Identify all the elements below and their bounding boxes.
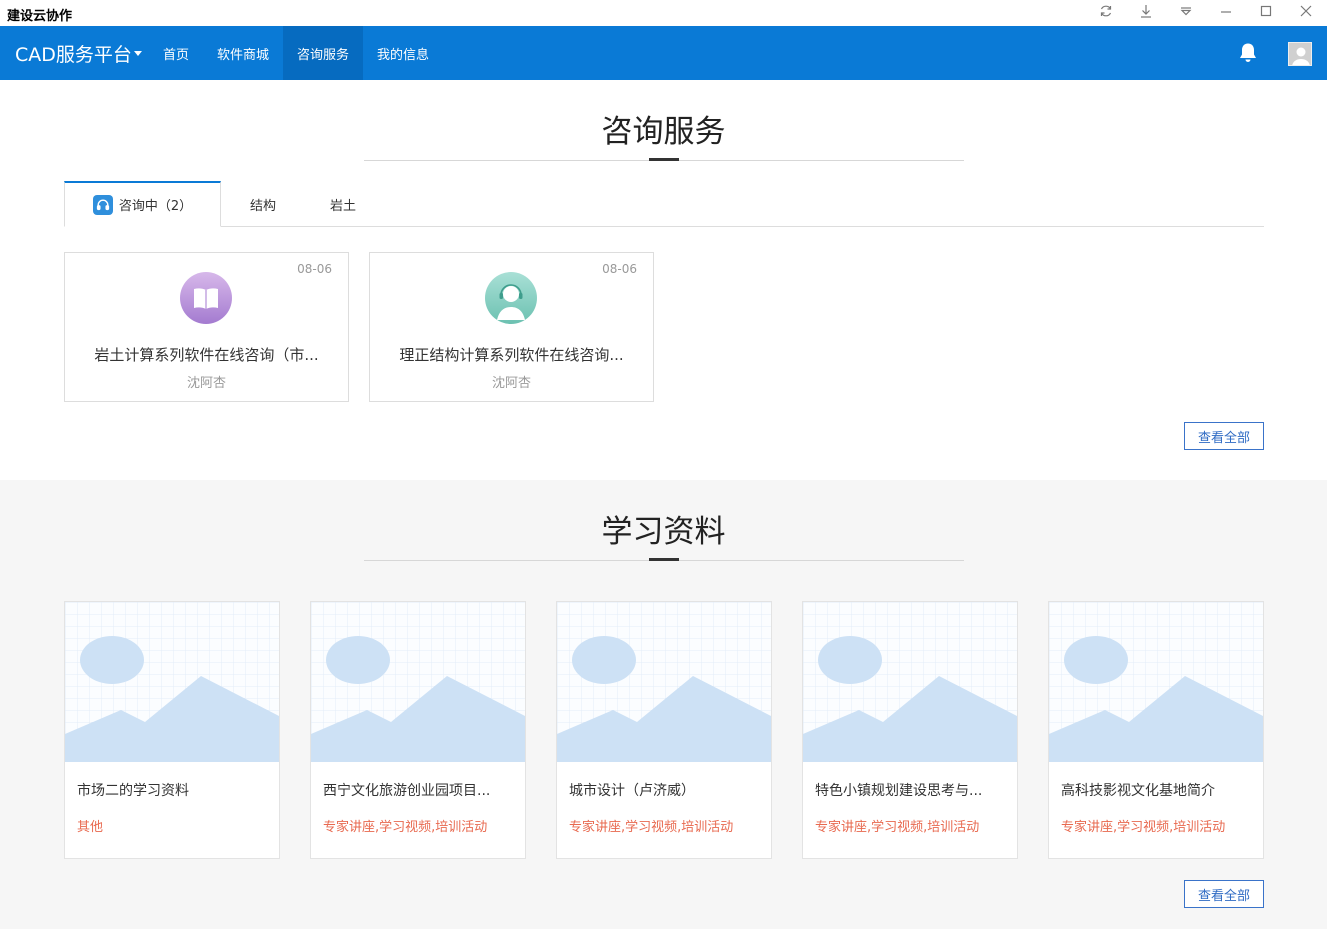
maximize-icon[interactable]	[1246, 0, 1286, 22]
learning-card-title: 高科技影视文化基地简介	[1061, 783, 1215, 799]
learning-card-tags: 专家讲座,学习视频,培训活动	[815, 820, 980, 835]
card-author: 沈阿杏	[491, 376, 531, 391]
download-icon[interactable]	[1126, 0, 1166, 22]
support-agent-icon	[485, 272, 537, 324]
top-navbar: CAD服务平台 首页 软件商城 咨询服务 我的信息	[0, 26, 1327, 80]
book-icon	[180, 272, 232, 324]
learning-view-all-button[interactable]: 查看全部	[1184, 880, 1264, 908]
consult-tabs: 咨询中（2） 结构 岩土	[64, 181, 1264, 227]
caret-down-icon	[133, 51, 142, 56]
card-title: 理正结构计算系列软件在线咨询...	[399, 346, 624, 364]
learning-card-title: 特色小镇规划建设思考与...	[815, 783, 983, 799]
learning-card[interactable]: 西宁文化旅游创业园项目... 专家讲座,学习视频,培训活动	[310, 601, 526, 859]
brand-dropdown[interactable]: CAD服务平台	[15, 40, 142, 67]
learning-card[interactable]: 高科技影视文化基地简介 专家讲座,学习视频,培训活动	[1048, 601, 1264, 859]
learning-card-tags: 专家讲座,学习视频,培训活动	[323, 820, 488, 835]
title-accent-bar	[649, 558, 679, 561]
card-author: 沈阿杏	[186, 376, 226, 391]
placeholder-image-icon	[311, 602, 525, 762]
consult-view-all-button[interactable]: 查看全部	[1184, 422, 1264, 450]
bell-icon[interactable]	[1238, 42, 1258, 64]
placeholder-image-icon	[65, 602, 279, 762]
tab-consulting[interactable]: 咨询中（2）	[64, 181, 221, 227]
user-avatar[interactable]	[1288, 42, 1312, 66]
nav-item-consulting[interactable]: 咨询服务	[283, 26, 364, 80]
learning-card-tags: 专家讲座,学习视频,培训活动	[569, 820, 734, 835]
window-title: 建设云协作	[7, 9, 73, 24]
learning-card[interactable]: 特色小镇规划建设思考与... 专家讲座,学习视频,培训活动	[802, 601, 1018, 859]
headset-icon	[92, 194, 113, 215]
learning-card[interactable]: 城市设计（卢济威） 专家讲座,学习视频,培训活动	[556, 601, 772, 859]
tab-structure[interactable]: 结构	[250, 181, 276, 227]
minimize-icon[interactable]	[1206, 0, 1246, 22]
dropdown-menu-icon[interactable]	[1166, 0, 1206, 22]
card-title: 岩土计算系列软件在线咨询（市...	[94, 346, 319, 364]
placeholder-image-icon	[1049, 602, 1263, 762]
card-date: 08-06	[602, 262, 637, 276]
nav-menu: 首页 软件商城 咨询服务 我的信息	[149, 26, 443, 80]
learning-card-tags: 其他	[77, 820, 104, 835]
tab-label: 咨询中（2）	[118, 199, 193, 214]
consult-card[interactable]: 08-06 岩土计算系列软件在线咨询（市... 沈阿杏	[64, 252, 349, 402]
learning-section-title: 学习资料	[601, 514, 726, 550]
brand-label: CAD服务平台	[15, 44, 132, 66]
tab-geotechnical[interactable]: 岩土	[330, 181, 356, 227]
learning-card-title: 西宁文化旅游创业园项目...	[323, 783, 491, 799]
card-date: 08-06	[297, 262, 332, 276]
nav-item-home[interactable]: 首页	[149, 26, 203, 80]
nav-item-my-info[interactable]: 我的信息	[363, 26, 443, 80]
title-accent-bar	[649, 158, 679, 161]
consult-card[interactable]: 08-06 理正结构计算系列软件在线咨询... 沈阿杏	[369, 252, 654, 402]
learning-card-title: 市场二的学习资料	[77, 783, 189, 799]
window-titlebar: 建设云协作	[0, 0, 1327, 26]
consult-section-title: 咨询服务	[601, 114, 726, 150]
placeholder-image-icon	[557, 602, 771, 762]
placeholder-image-icon	[803, 602, 1017, 762]
learning-card-tags: 专家讲座,学习视频,培训活动	[1061, 820, 1226, 835]
learning-card-title: 城市设计（卢济威）	[569, 783, 695, 799]
nav-item-software-store[interactable]: 软件商城	[203, 26, 283, 80]
refresh-icon[interactable]	[1086, 0, 1126, 22]
close-icon[interactable]	[1286, 0, 1326, 22]
learning-card[interactable]: 市场二的学习资料 其他	[64, 601, 280, 859]
